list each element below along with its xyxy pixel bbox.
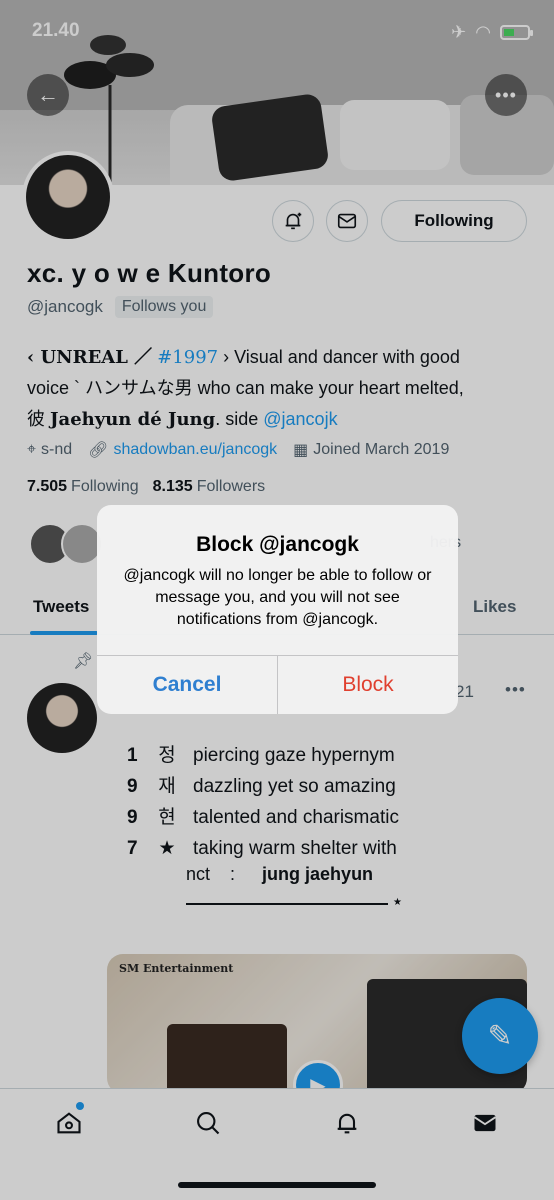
alert-title: Block @jancogk — [196, 533, 359, 556]
alert-message: @jancogk will no longer be able to follo… — [123, 567, 432, 628]
cancel-button[interactable]: Cancel — [97, 656, 277, 714]
block-alert-dialog: Block @jancogk @jancogk will no longer b… — [97, 505, 458, 714]
block-button[interactable]: Block — [278, 656, 458, 714]
